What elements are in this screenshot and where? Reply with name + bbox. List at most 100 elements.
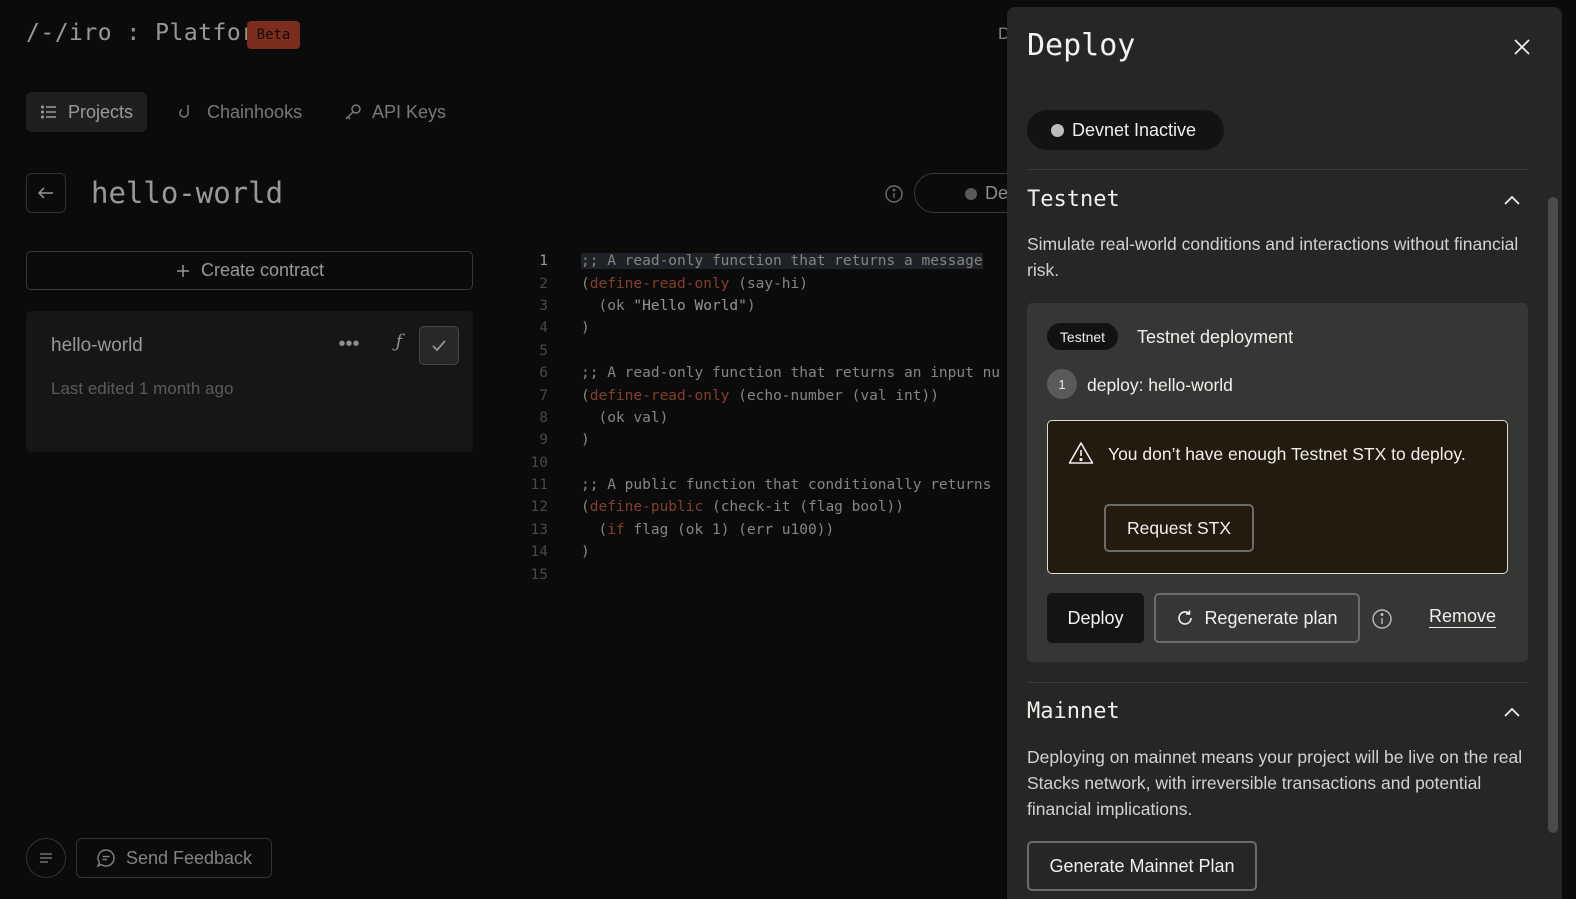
regenerate-plan-label: Regenerate plan (1204, 607, 1338, 628)
code-line: 5 (522, 340, 1008, 362)
devnet-status-pill: Devnet Inactive (1027, 110, 1224, 150)
hook-icon (179, 105, 189, 118)
insufficient-stx-warning: You don’t have enough Testnet STX to dep… (1047, 420, 1508, 574)
divider (1027, 682, 1528, 683)
line-number: 1 (539, 253, 548, 270)
code-keyword: if (607, 521, 625, 538)
line-number: 12 (530, 499, 548, 516)
line-number: 13 (530, 521, 548, 538)
code-text: (ok (581, 297, 634, 314)
code-line: 14) (522, 541, 1008, 563)
code-keyword: define-read-only (589, 387, 730, 404)
mainnet-heading[interactable]: Mainnet (1027, 699, 1120, 724)
menu-toggle-button[interactable] (26, 838, 66, 878)
contract-name: hello-world (51, 335, 143, 356)
code-text: ) (746, 297, 756, 314)
line-number: 6 (539, 365, 548, 382)
check-button[interactable] (419, 326, 459, 365)
create-contract-label: Create contract (200, 260, 325, 280)
info-icon[interactable] (884, 184, 904, 204)
remove-link[interactable]: Remove (1429, 606, 1496, 627)
create-contract-button[interactable]: Create contract (26, 251, 473, 290)
code-line: 11 ;; A public function that conditionall… (522, 474, 1008, 496)
code-text: ) (581, 544, 590, 561)
scrollbar[interactable] (1548, 197, 1558, 833)
warning-text: You don’t have enough Testnet STX to dep… (1108, 444, 1466, 464)
code-text: (ok val) (581, 409, 669, 426)
tab-projects-label: Projects (68, 101, 134, 122)
tab-chainhooks[interactable]: Chainhooks (165, 92, 316, 132)
line-number: 4 (539, 320, 548, 337)
code-line: 2 (define-read-only (say-hi) (522, 272, 1008, 294)
testnet-heading[interactable]: Testnet (1027, 187, 1120, 212)
code-editor[interactable]: 1 ;; A read-only function that returns a … (522, 250, 1008, 586)
code-keyword: define-public (589, 499, 704, 516)
line-number: 3 (539, 297, 548, 314)
code-keyword: define-read-only (589, 275, 730, 292)
tab-api-keys[interactable]: API Keys (330, 92, 460, 132)
chevron-up-icon[interactable] (1502, 703, 1522, 723)
code-line: 6 ;; A read-only function that returns an… (522, 362, 1008, 384)
key-icon (345, 104, 361, 120)
deploy-button[interactable]: Deploy (1047, 593, 1144, 643)
code-line: 3 (ok "Hello World") (522, 295, 1008, 317)
devnet-status-label: Devnet Inactive (1072, 119, 1197, 140)
testnet-deployment-title: Testnet deployment (1137, 327, 1294, 347)
tab-projects[interactable]: Projects (26, 92, 148, 132)
tab-chainhooks-label: Chainhooks (207, 101, 303, 122)
list-icon (40, 105, 56, 119)
code-line: 12 (define-public (check-it (flag bool)) (522, 496, 1008, 518)
code-text: ;; A read-only function that returns a m… (581, 253, 983, 270)
code-line: 15 (522, 563, 1008, 585)
chat-bubble-icon (96, 849, 115, 868)
code-text: ( (581, 275, 590, 292)
generate-mainnet-plan-button[interactable]: Generate Mainnet Plan (1027, 841, 1257, 891)
check-icon (432, 339, 446, 351)
code-text: ) (581, 432, 590, 449)
warning-triangle-icon (1068, 442, 1094, 464)
status-dot (965, 188, 977, 200)
mainnet-description: Deploying on mainnet means your project … (1027, 747, 1523, 819)
code-line: 9) (522, 429, 1008, 451)
close-icon[interactable] (1511, 36, 1533, 58)
contract-edited: Last edited 1 month ago (51, 379, 234, 398)
testnet-badge: Testnet (1047, 323, 1118, 350)
beta-badge: Beta (247, 21, 300, 49)
more-icon[interactable]: ••• (336, 333, 362, 357)
deploy-panel: Deploy Devnet Inactive Testnet Simulate … (1007, 7, 1562, 899)
arrow-left-icon (37, 187, 53, 199)
request-stx-button[interactable]: Request STX (1104, 504, 1254, 552)
code-line: 10 (522, 452, 1008, 474)
code-string: "Hello World" (633, 297, 747, 314)
code-text: (echo-number (val int)) (729, 387, 939, 404)
send-feedback-button[interactable]: Send Feedback (76, 838, 272, 878)
line-number: 14 (530, 544, 548, 561)
code-text: ( (581, 387, 590, 404)
plus-icon (176, 264, 189, 277)
regenerate-plan-button[interactable]: Regenerate plan (1154, 593, 1360, 643)
code-text: ;; A public function that conditionally … (581, 477, 992, 494)
function-icon[interactable]: ƒ (386, 331, 412, 359)
divider (1027, 169, 1528, 170)
testnet-deployment-card: Testnet Testnet deployment 1 deploy: hel… (1027, 303, 1528, 662)
contract-card[interactable]: hello-world Last edited 1 month ago ••• … (26, 311, 473, 452)
code-line: 8 (ok val) (522, 407, 1008, 429)
code-line: 4) (522, 317, 1008, 339)
refresh-icon (1178, 610, 1193, 625)
step-label: deploy: hello-world (1087, 375, 1233, 395)
send-feedback-label: Send Feedback (125, 847, 253, 868)
line-number: 9 (539, 432, 548, 449)
info-icon[interactable] (1371, 608, 1393, 630)
devnet-status-dot (1051, 124, 1064, 137)
code-text: ) (581, 320, 590, 337)
line-number: 15 (530, 566, 548, 583)
code-line: 1 ;; A read-only function that returns a … (522, 250, 1008, 272)
code-text: ( (581, 499, 590, 516)
chevron-up-icon[interactable] (1502, 191, 1522, 211)
code-line: 7 (define-read-only (echo-number (val int… (522, 384, 1008, 406)
app-logo[interactable]: /-/iro : Platform (26, 20, 270, 46)
code-text: flag (ok 1) (err u100)) (624, 521, 835, 538)
line-number: 5 (539, 342, 548, 359)
line-number: 11 (530, 477, 548, 494)
back-button[interactable] (26, 173, 66, 213)
